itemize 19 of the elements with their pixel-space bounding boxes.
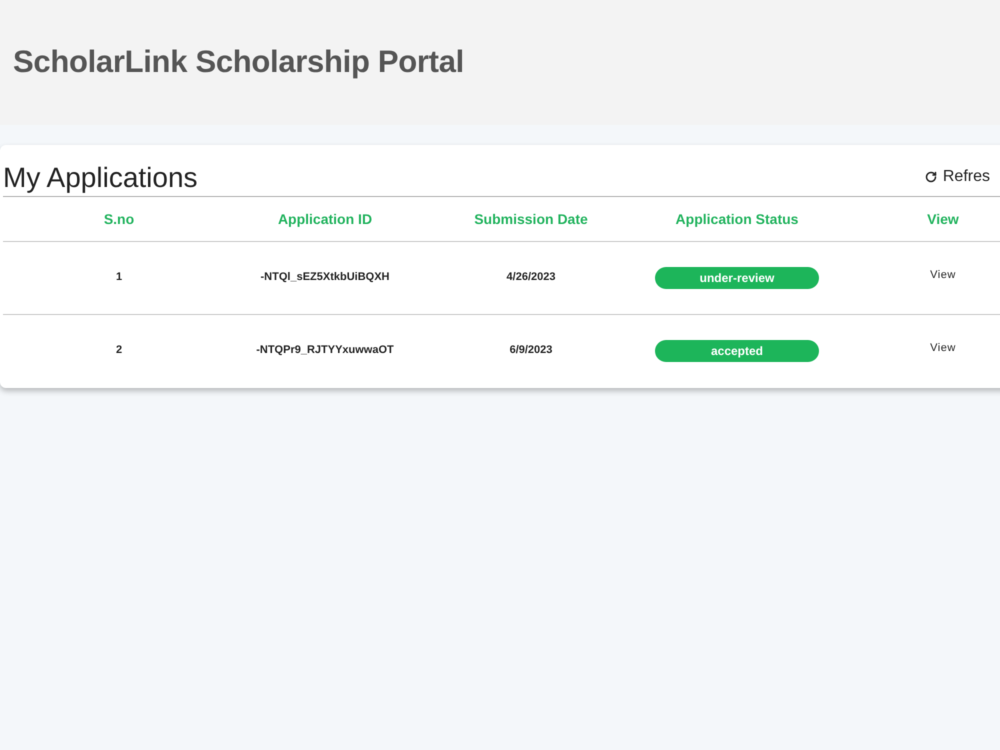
refresh-icon [924, 171, 937, 183]
column-header: Application ID [278, 210, 372, 229]
column-header: S.no [104, 210, 134, 228]
column-header: Application Status [676, 210, 798, 229]
status-badge: accepted [655, 340, 819, 362]
table-cell-text: 4/26/2023 [506, 270, 556, 285]
table-cell-text: -NTQl_sEZ5XtkbUiBQXH [260, 270, 390, 285]
table-cell-text: 6/9/2023 [510, 343, 552, 358]
table-cell-text: -NTQPr9_RJTYYxuwwaOT [256, 343, 394, 358]
status-badge: under-review [655, 267, 819, 289]
table-cell-text: 1 [116, 270, 122, 285]
column-header: View [927, 210, 959, 228]
section-title: My Applications [3, 161, 198, 195]
table-cell-text: 2 [116, 343, 122, 358]
portal-title: ScholarLink Scholarship Portal [13, 43, 464, 82]
refresh-button[interactable]: Refres [924, 165, 990, 196]
view-link[interactable]: View [930, 267, 956, 284]
view-link[interactable]: View [930, 340, 956, 356]
column-header: Submission Date [474, 210, 588, 228]
